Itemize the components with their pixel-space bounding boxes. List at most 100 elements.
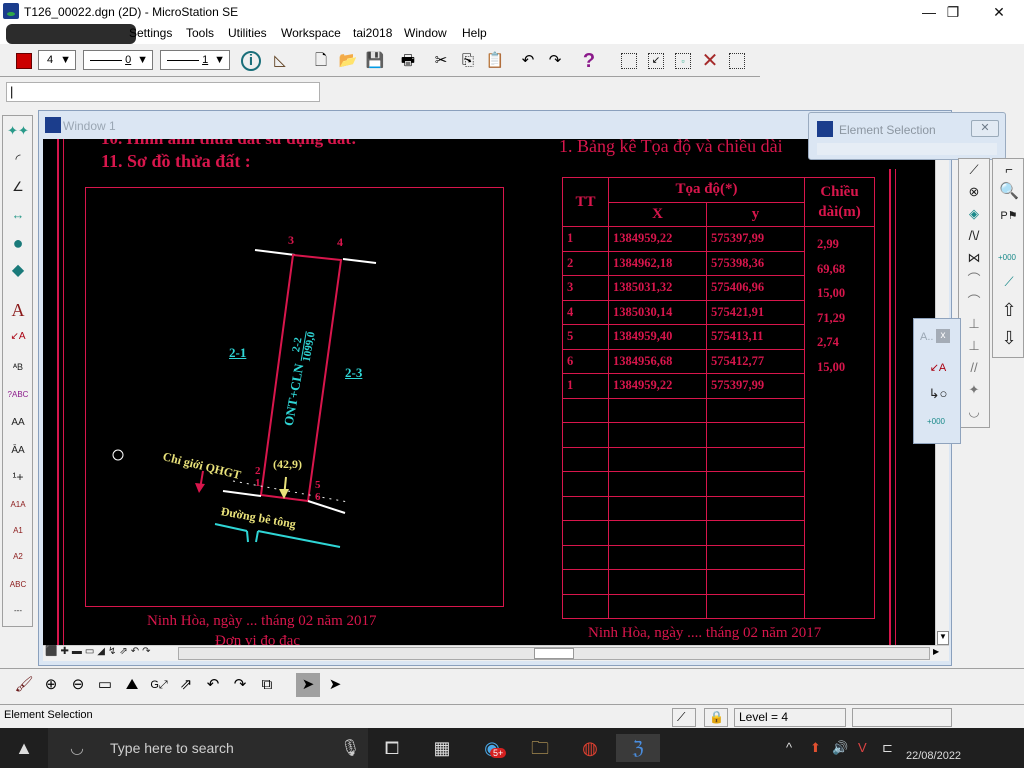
annotation-dialog-close-button[interactable]: x	[936, 329, 950, 343]
dimension-arc-icon[interactable]: ◜	[6, 148, 30, 170]
element-selection-tool-icon[interactable]: ➤	[296, 673, 320, 697]
place-fence-icon[interactable]: ◺	[268, 49, 292, 73]
scroll-right-button[interactable]: ▶	[933, 647, 939, 656]
cut-icon[interactable]: ✂	[429, 49, 453, 73]
place-note-icon[interactable]: ↙A	[6, 326, 30, 348]
calculator-icon[interactable]: ▦	[428, 734, 456, 762]
rotate-view-icon[interactable]: G⤢	[147, 673, 171, 697]
view-next-icon[interactable]: ↷	[228, 673, 252, 697]
restore-button[interactable]: ❐	[930, 0, 976, 24]
open-folder-icon[interactable]: 📂	[336, 49, 360, 73]
flag-icon[interactable]: P⚑	[997, 205, 1021, 227]
dimension-linear-icon[interactable]: ↔	[6, 204, 30, 226]
print-icon[interactable]: 🖶	[396, 49, 420, 73]
chrome-icon[interactable]: ◍	[576, 734, 604, 762]
place-text-icon[interactable]: A	[6, 299, 30, 321]
menu-help[interactable]: Help	[462, 26, 487, 40]
zoom-in-icon[interactable]: ⊕	[39, 673, 63, 697]
redo-icon[interactable]: ↷	[543, 49, 567, 73]
info-icon[interactable]: i	[241, 51, 261, 71]
copy-text-icon[interactable]: A1	[6, 520, 30, 542]
snap-parallel-icon[interactable]: //	[962, 357, 986, 379]
element-selection-close-button[interactable]: ✕	[971, 120, 999, 137]
task-view-icon[interactable]: ⧠	[378, 734, 406, 762]
text-field-icon[interactable]: ---	[6, 600, 30, 622]
power-selector-icon[interactable]: ➤	[323, 673, 347, 697]
microphone-icon[interactable]: 🎙	[340, 738, 360, 758]
network-icon[interactable]: ⊏	[882, 740, 893, 756]
snap-keypoint-icon[interactable]: ⟋	[962, 159, 986, 181]
select-box-icon[interactable]	[617, 49, 641, 73]
place-callout-icon[interactable]: ↳○	[926, 383, 950, 405]
show-hidden-icons-button[interactable]: ^	[786, 740, 792, 755]
view-previous-icon[interactable]: ↶	[201, 673, 225, 697]
snap-perpendicular-icon[interactable]: ⊥	[962, 313, 986, 335]
copy-icon[interactable]: ⎘	[456, 49, 480, 73]
copy-increment-icon[interactable]: A1A	[6, 494, 30, 516]
copy-view-icon[interactable]: ⧉	[255, 673, 279, 697]
help-icon[interactable]: ?	[577, 49, 601, 73]
delete-icon[interactable]: ✕	[698, 49, 722, 73]
dimension-ordinate-icon[interactable]: ◆	[6, 260, 30, 282]
file-explorer-icon[interactable]: 🗀	[526, 734, 554, 762]
view-control-icons[interactable]: ⬛✚▬▭◢↯⇗↶↷	[45, 646, 153, 657]
update-tray-icon[interactable]: ⬆	[810, 740, 821, 756]
scroll-down-button[interactable]: ▼	[937, 631, 949, 645]
abc-fill-icon[interactable]: ABC	[6, 574, 30, 596]
label-coordinates-icon[interactable]: +000	[924, 411, 948, 433]
lock-icon[interactable]: 🔒	[704, 708, 728, 727]
spell-check-icon[interactable]: ?ABC	[6, 384, 30, 406]
fit-view-icon[interactable]: ⛰	[120, 673, 144, 697]
snap-point-on-icon[interactable]: ◡	[962, 401, 986, 423]
taskbar-search-box[interactable]: ◡ Type here to search 🎙	[48, 728, 368, 768]
active-color-swatch[interactable]	[16, 53, 32, 69]
text-node-icon[interactable]: A2	[6, 546, 30, 568]
line-segment-icon[interactable]: ⟋	[997, 271, 1021, 293]
zoom-out-icon[interactable]: ⊖	[66, 673, 90, 697]
increment-text-icon[interactable]: ¹+	[6, 466, 30, 488]
edit-text-icon[interactable]: ᴬB	[6, 356, 30, 378]
undo-icon[interactable]: ↶	[516, 49, 540, 73]
arrow-down-icon[interactable]: ⇩	[997, 327, 1021, 349]
vivaldi-tray-icon[interactable]: V	[858, 740, 867, 755]
line-weight-dropdown[interactable]: 1 ▼	[160, 50, 230, 70]
coordinate-readout-icon[interactable]: +000	[995, 247, 1019, 269]
update-view-icon[interactable]: 🖌	[12, 673, 36, 697]
menu-tools[interactable]: Tools	[186, 26, 214, 40]
close-button[interactable]: ✕	[976, 0, 1022, 24]
dimension-angle-icon[interactable]: ∠	[6, 176, 30, 198]
menu-tai2018[interactable]: tai2018	[353, 26, 392, 40]
window-area-icon[interactable]: ▭	[93, 673, 117, 697]
microstation-taskbar-icon[interactable]: ℨ	[616, 734, 660, 762]
drawing-canvas[interactable]: 10. Hình ảnh thửa đất sử dụng đất: 11. S…	[43, 139, 935, 645]
menu-settings[interactable]: Settings	[129, 26, 172, 40]
snap-tangent-icon[interactable]: ⌒	[962, 269, 986, 291]
tentative-icon[interactable]: ⌐	[997, 159, 1021, 181]
paste-icon[interactable]: 📋	[483, 49, 507, 73]
horizontal-scroll-thumb[interactable]	[534, 648, 574, 659]
snap-tangent-point-icon[interactable]: ⌒	[962, 291, 986, 313]
snap-intersection-icon[interactable]: ⋈	[962, 247, 986, 269]
pan-view-icon[interactable]: ⇗	[174, 673, 198, 697]
dimension-points-icon[interactable]: ✦✦	[6, 120, 30, 142]
horizontal-scrollbar[interactable]	[178, 647, 930, 660]
place-note-tool-icon[interactable]: ↙A	[926, 357, 950, 379]
snap-perp-point-icon[interactable]: ⊥	[962, 335, 986, 357]
snap-midpoint-icon[interactable]: /\/	[962, 225, 986, 247]
snap-origin-icon[interactable]: ◈	[962, 203, 986, 225]
volume-icon[interactable]: 🔊	[832, 740, 848, 756]
menu-window[interactable]: Window	[404, 26, 447, 40]
change-text-icon[interactable]: AA	[6, 412, 30, 434]
arrow-up-icon[interactable]: ⇧	[997, 299, 1021, 321]
new-file-icon[interactable]: 🗋	[309, 49, 333, 73]
match-text-icon[interactable]: ĀA	[6, 440, 30, 462]
snap-center-icon[interactable]: ⊗	[962, 181, 986, 203]
level-dropdown[interactable]: 4 ▼	[38, 50, 76, 70]
menu-workspace[interactable]: Workspace	[281, 26, 341, 40]
fence-icon[interactable]	[725, 49, 749, 73]
menu-utilities[interactable]: Utilities	[228, 26, 267, 40]
snap-through-point-icon[interactable]: ✦	[962, 379, 986, 401]
select-arrow-icon[interactable]: ↙	[644, 49, 668, 73]
key-in-field[interactable]: |	[6, 82, 320, 102]
start-button[interactable]: ▲	[10, 734, 38, 762]
